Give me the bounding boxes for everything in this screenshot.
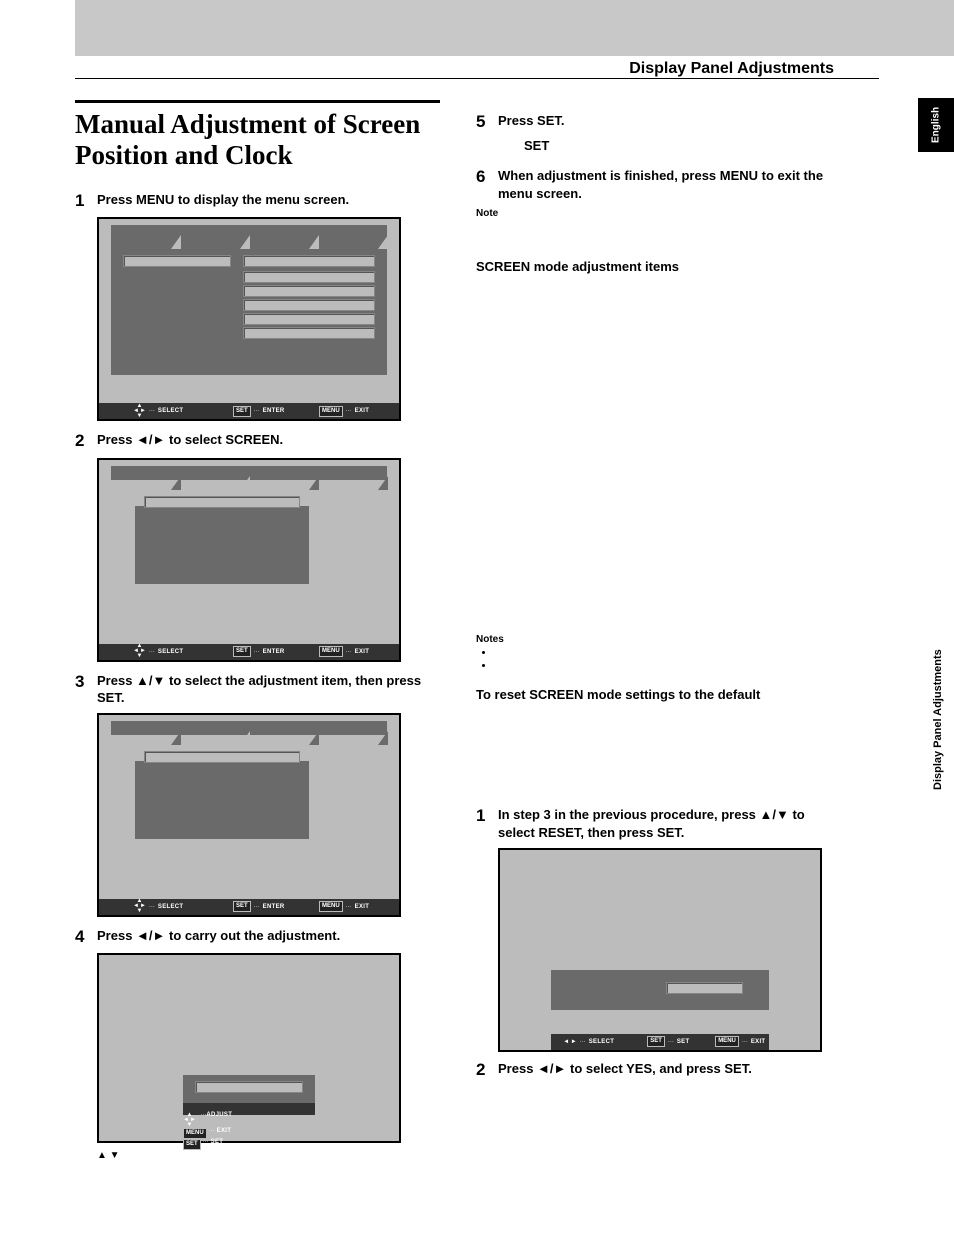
step-5: 5 Press SET.: [476, 112, 841, 132]
top-gray-band: [75, 0, 954, 56]
title-rule: [75, 100, 440, 103]
step-number: 3: [75, 672, 97, 707]
osd-nav-bar: ▲◄►▼ ···ADJUST MENU···EXIT SET···SET: [183, 1103, 315, 1115]
osd-screenshot-3: ▲◄►▼ ···SELECT SET···ENTER MENU···EXIT: [97, 713, 401, 917]
osd-nav-bar: ▲◄►▼ ···SELECT SET···ENTER MENU···EXIT: [99, 644, 399, 660]
notes-label: Notes: [476, 634, 841, 645]
step-1: 1 Press MENU to display the menu screen.: [75, 191, 440, 211]
osd-nav-bar: ▲◄►▼ ···SELECT SET···ENTER MENU···EXIT: [99, 403, 399, 419]
step-text: When adjustment is finished, press MENU …: [498, 167, 841, 202]
set-indent: SET: [524, 138, 841, 153]
reset-step-1: 1 In step 3 in the previous procedure, p…: [476, 806, 841, 841]
osd-screenshot-1: ▲◄►▼ ···SELECT SET···ENTER MENU···EXIT: [97, 217, 401, 421]
step-text: Press ◄/► to select YES, and press SET.: [498, 1060, 752, 1080]
lang-tab: English: [918, 98, 954, 152]
step-number: 2: [75, 431, 97, 451]
osd-screenshot-2: ▲◄►▼ ···SELECT SET···ENTER MENU···EXIT: [97, 458, 401, 662]
step-number: 5: [476, 112, 498, 132]
header-rule: [75, 78, 879, 79]
section-header: Display Panel Adjustments: [629, 60, 834, 78]
step-6: 6 When adjustment is finished, press MEN…: [476, 167, 841, 202]
step-text: Press MENU to display the menu screen.: [97, 191, 349, 211]
step-text: Press ◄/► to carry out the adjustment.: [97, 927, 340, 947]
after-step4-note: ▲ ▼: [97, 1149, 440, 1161]
reset-step-2: 2 Press ◄/► to select YES, and press SET…: [476, 1060, 841, 1080]
step-4: 4 Press ◄/► to carry out the adjustment.: [75, 927, 440, 947]
step-number: 1: [476, 806, 498, 841]
notes-list: [476, 647, 841, 671]
note-label: Note: [476, 208, 841, 219]
step-text: Press ▲/▼ to select the adjustment item,…: [97, 672, 440, 707]
step-number: 4: [75, 927, 97, 947]
step-text: Press SET.: [498, 112, 565, 132]
step-number: 6: [476, 167, 498, 202]
osd-screenshot-reset: ◄ ►···SELECT SET···SET MENU···EXIT: [498, 848, 822, 1052]
step-number: 2: [476, 1060, 498, 1080]
subheading-screen-items: SCREEN mode adjustment items: [476, 259, 841, 274]
osd-nav-bar: ▲◄►▼ ···SELECT SET···ENTER MENU···EXIT: [99, 899, 399, 915]
step-3: 3 Press ▲/▼ to select the adjustment ite…: [75, 672, 440, 707]
side-tab: Display Panel Adjustments: [922, 630, 954, 810]
step-number: 1: [75, 191, 97, 211]
step-text: Press ◄/► to select SCREEN.: [97, 431, 283, 451]
osd-screenshot-4: ▲◄►▼ ···ADJUST MENU···EXIT SET···SET: [97, 953, 401, 1143]
page-title: Manual Adjustment of Screen Position and…: [75, 109, 440, 171]
osd-nav-bar: ◄ ►···SELECT SET···SET MENU···EXIT: [551, 1034, 769, 1050]
step-text: In step 3 in the previous procedure, pre…: [498, 806, 841, 841]
subheading-reset: To reset SCREEN mode settings to the def…: [476, 687, 841, 702]
step-2: 2 Press ◄/► to select SCREEN.: [75, 431, 440, 451]
